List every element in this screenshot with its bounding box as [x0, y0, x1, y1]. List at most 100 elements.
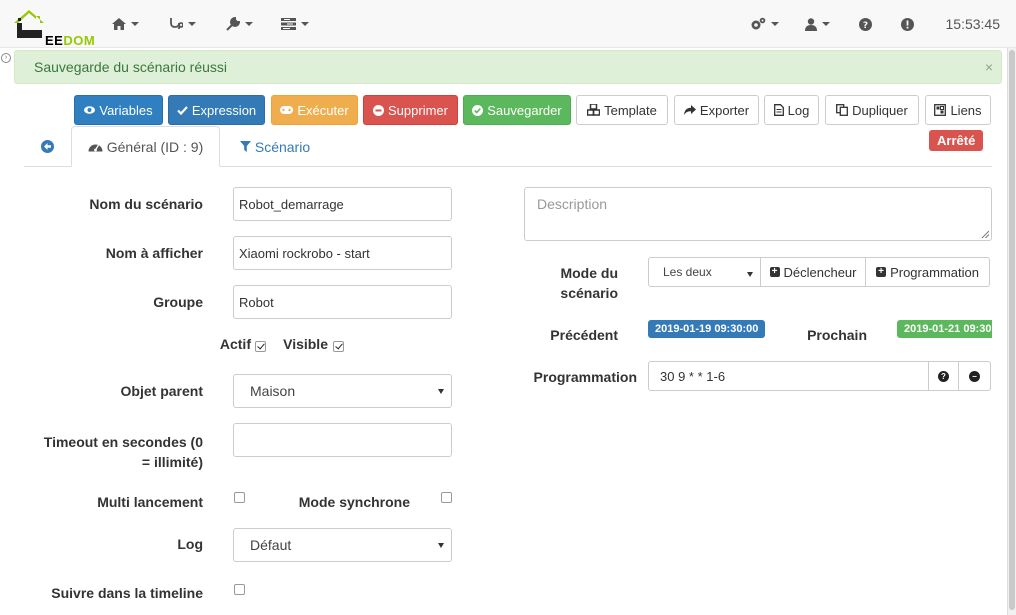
groupe-input[interactable]: Robot	[233, 285, 452, 319]
template-button[interactable]: Template	[576, 95, 668, 125]
cubes-icon	[587, 104, 601, 116]
timeout-input[interactable]	[233, 423, 452, 457]
declencheur-button[interactable]: + Déclencheur	[760, 257, 866, 287]
programmation-button[interactable]: + Programmation	[865, 257, 990, 287]
duplicate-button[interactable]: Dupliquer	[825, 95, 919, 125]
multi-checkbox[interactable]	[234, 492, 245, 503]
log-label: Log	[177, 536, 203, 552]
back-tab[interactable]	[32, 126, 62, 167]
home-icon	[112, 18, 126, 30]
clock: 15:53:45	[945, 16, 1001, 32]
parent-select[interactable]: Maison	[233, 374, 452, 408]
copy-icon	[836, 104, 849, 116]
chevron-down-icon	[131, 22, 139, 26]
alert-message: Sauvegarde du scénario réussi	[34, 59, 228, 75]
settings-menu[interactable]	[750, 14, 779, 34]
cron-help-button[interactable]: ?	[928, 361, 959, 391]
execute-button[interactable]: Exécuter	[271, 95, 358, 125]
afficher-label: Nom à afficher	[105, 245, 203, 261]
tools-menu[interactable]	[226, 14, 253, 34]
filter-icon	[239, 141, 251, 152]
status-badge: Arrêté	[929, 130, 984, 151]
house-icon	[14, 10, 44, 38]
mode-select[interactable]: Les deux	[648, 257, 761, 287]
sync-label: Mode synchrone	[298, 494, 410, 510]
timeline-label: Suivre dans la timeline	[51, 585, 203, 601]
tasks-icon	[281, 18, 296, 30]
minus-circle-icon	[373, 104, 385, 116]
check-icon	[177, 105, 188, 115]
success-alert: Sauvegarde du scénario réussi ×	[14, 50, 1002, 84]
wrench-icon	[226, 17, 240, 31]
help-button[interactable]: ?	[859, 14, 872, 34]
analysis-menu[interactable]	[169, 14, 196, 34]
cron-input[interactable]: 30 9 * * 1-6	[648, 361, 929, 391]
visible-label: Visible	[283, 336, 328, 352]
plus-square-icon: +	[876, 267, 887, 277]
multi-label: Multi lancement	[97, 494, 203, 510]
share-icon	[683, 105, 696, 115]
tachometer-icon	[88, 144, 103, 152]
exclamation-circle-icon	[901, 17, 914, 31]
export-button[interactable]: Exporter	[674, 95, 759, 125]
visible-checkbox[interactable]	[333, 341, 344, 352]
delete-button[interactable]: Supprimer	[363, 95, 458, 125]
close-icon[interactable]: ×	[985, 59, 993, 75]
precedent-badge: 2019-01-19 09:30:00	[648, 320, 766, 338]
timeline-checkbox[interactable]	[234, 584, 245, 595]
page-scrollbar[interactable]	[1007, 48, 1016, 615]
programmation-label: Programmation	[533, 369, 637, 385]
afficher-input[interactable]: Xiaomi rockrobo - start	[233, 236, 452, 270]
sitemap-icon	[934, 104, 947, 116]
jeedom-logo[interactable]: EEDOM	[12, 8, 95, 48]
precedent-label: Précédent	[550, 327, 618, 343]
tab-general[interactable]: Général (ID : 9)	[71, 126, 220, 167]
nom-input[interactable]: Robot_demarrage	[233, 187, 452, 221]
scrollbar-thumb[interactable]	[1009, 50, 1015, 610]
description-textarea[interactable]: Description	[524, 187, 992, 241]
eye-icon	[84, 106, 96, 114]
prochain-label: Prochain	[807, 327, 867, 343]
file-text-icon	[773, 104, 784, 116]
expression-button[interactable]: Expression	[168, 95, 265, 125]
resize-handle-icon[interactable]	[981, 230, 989, 238]
plugins-menu[interactable]	[281, 14, 309, 34]
report-bug-button[interactable]	[901, 14, 914, 34]
parent-label: Objet parent	[120, 383, 203, 399]
actif-label: Actif	[219, 336, 251, 352]
cron-remove-button[interactable]: −	[958, 361, 991, 391]
prochain-badge: 2019-01-21 09:30:00	[897, 320, 992, 338]
variables-button[interactable]: Variables	[74, 95, 163, 125]
chevron-down-icon	[245, 22, 253, 26]
log-select[interactable]: Défaut	[233, 528, 452, 562]
stethoscope-icon	[170, 18, 183, 29]
chevron-down-icon	[301, 22, 309, 26]
svg-text:?: ?	[863, 21, 868, 31]
collapse-icon[interactable]: ›	[1, 53, 11, 63]
plus-square-icon: +	[769, 267, 780, 277]
navbar: EEDOM ? 15:53:45	[0, 0, 1016, 48]
arrow-circle-left-icon	[40, 140, 54, 153]
log-button[interactable]: Log	[764, 95, 819, 125]
actif-checkbox[interactable]	[255, 341, 266, 352]
user-menu[interactable]	[805, 14, 830, 34]
nom-label: Nom du scénario	[89, 196, 203, 212]
gamepad-icon	[280, 106, 294, 114]
timeout-label: Timeout en secondes (0 = illimité)	[43, 434, 203, 470]
minus-circle-icon: −	[969, 370, 980, 382]
question-circle-icon: ?	[938, 370, 949, 382]
tab-scenario[interactable]: Scénario	[230, 126, 320, 167]
chevron-down-icon	[771, 22, 779, 26]
chevron-down-icon	[188, 22, 196, 26]
links-button[interactable]: Liens	[925, 95, 991, 125]
user-icon	[805, 17, 817, 31]
cogs-icon	[751, 17, 766, 30]
save-button[interactable]: Sauvegarder	[463, 95, 571, 125]
home-menu[interactable]	[112, 14, 139, 34]
sync-checkbox[interactable]	[441, 492, 452, 503]
check-circle-icon	[472, 104, 484, 116]
groupe-label: Groupe	[153, 294, 203, 310]
chevron-down-icon	[822, 22, 830, 26]
question-circle-icon: ?	[859, 17, 872, 31]
mode-label: Mode du scénario	[560, 265, 618, 301]
